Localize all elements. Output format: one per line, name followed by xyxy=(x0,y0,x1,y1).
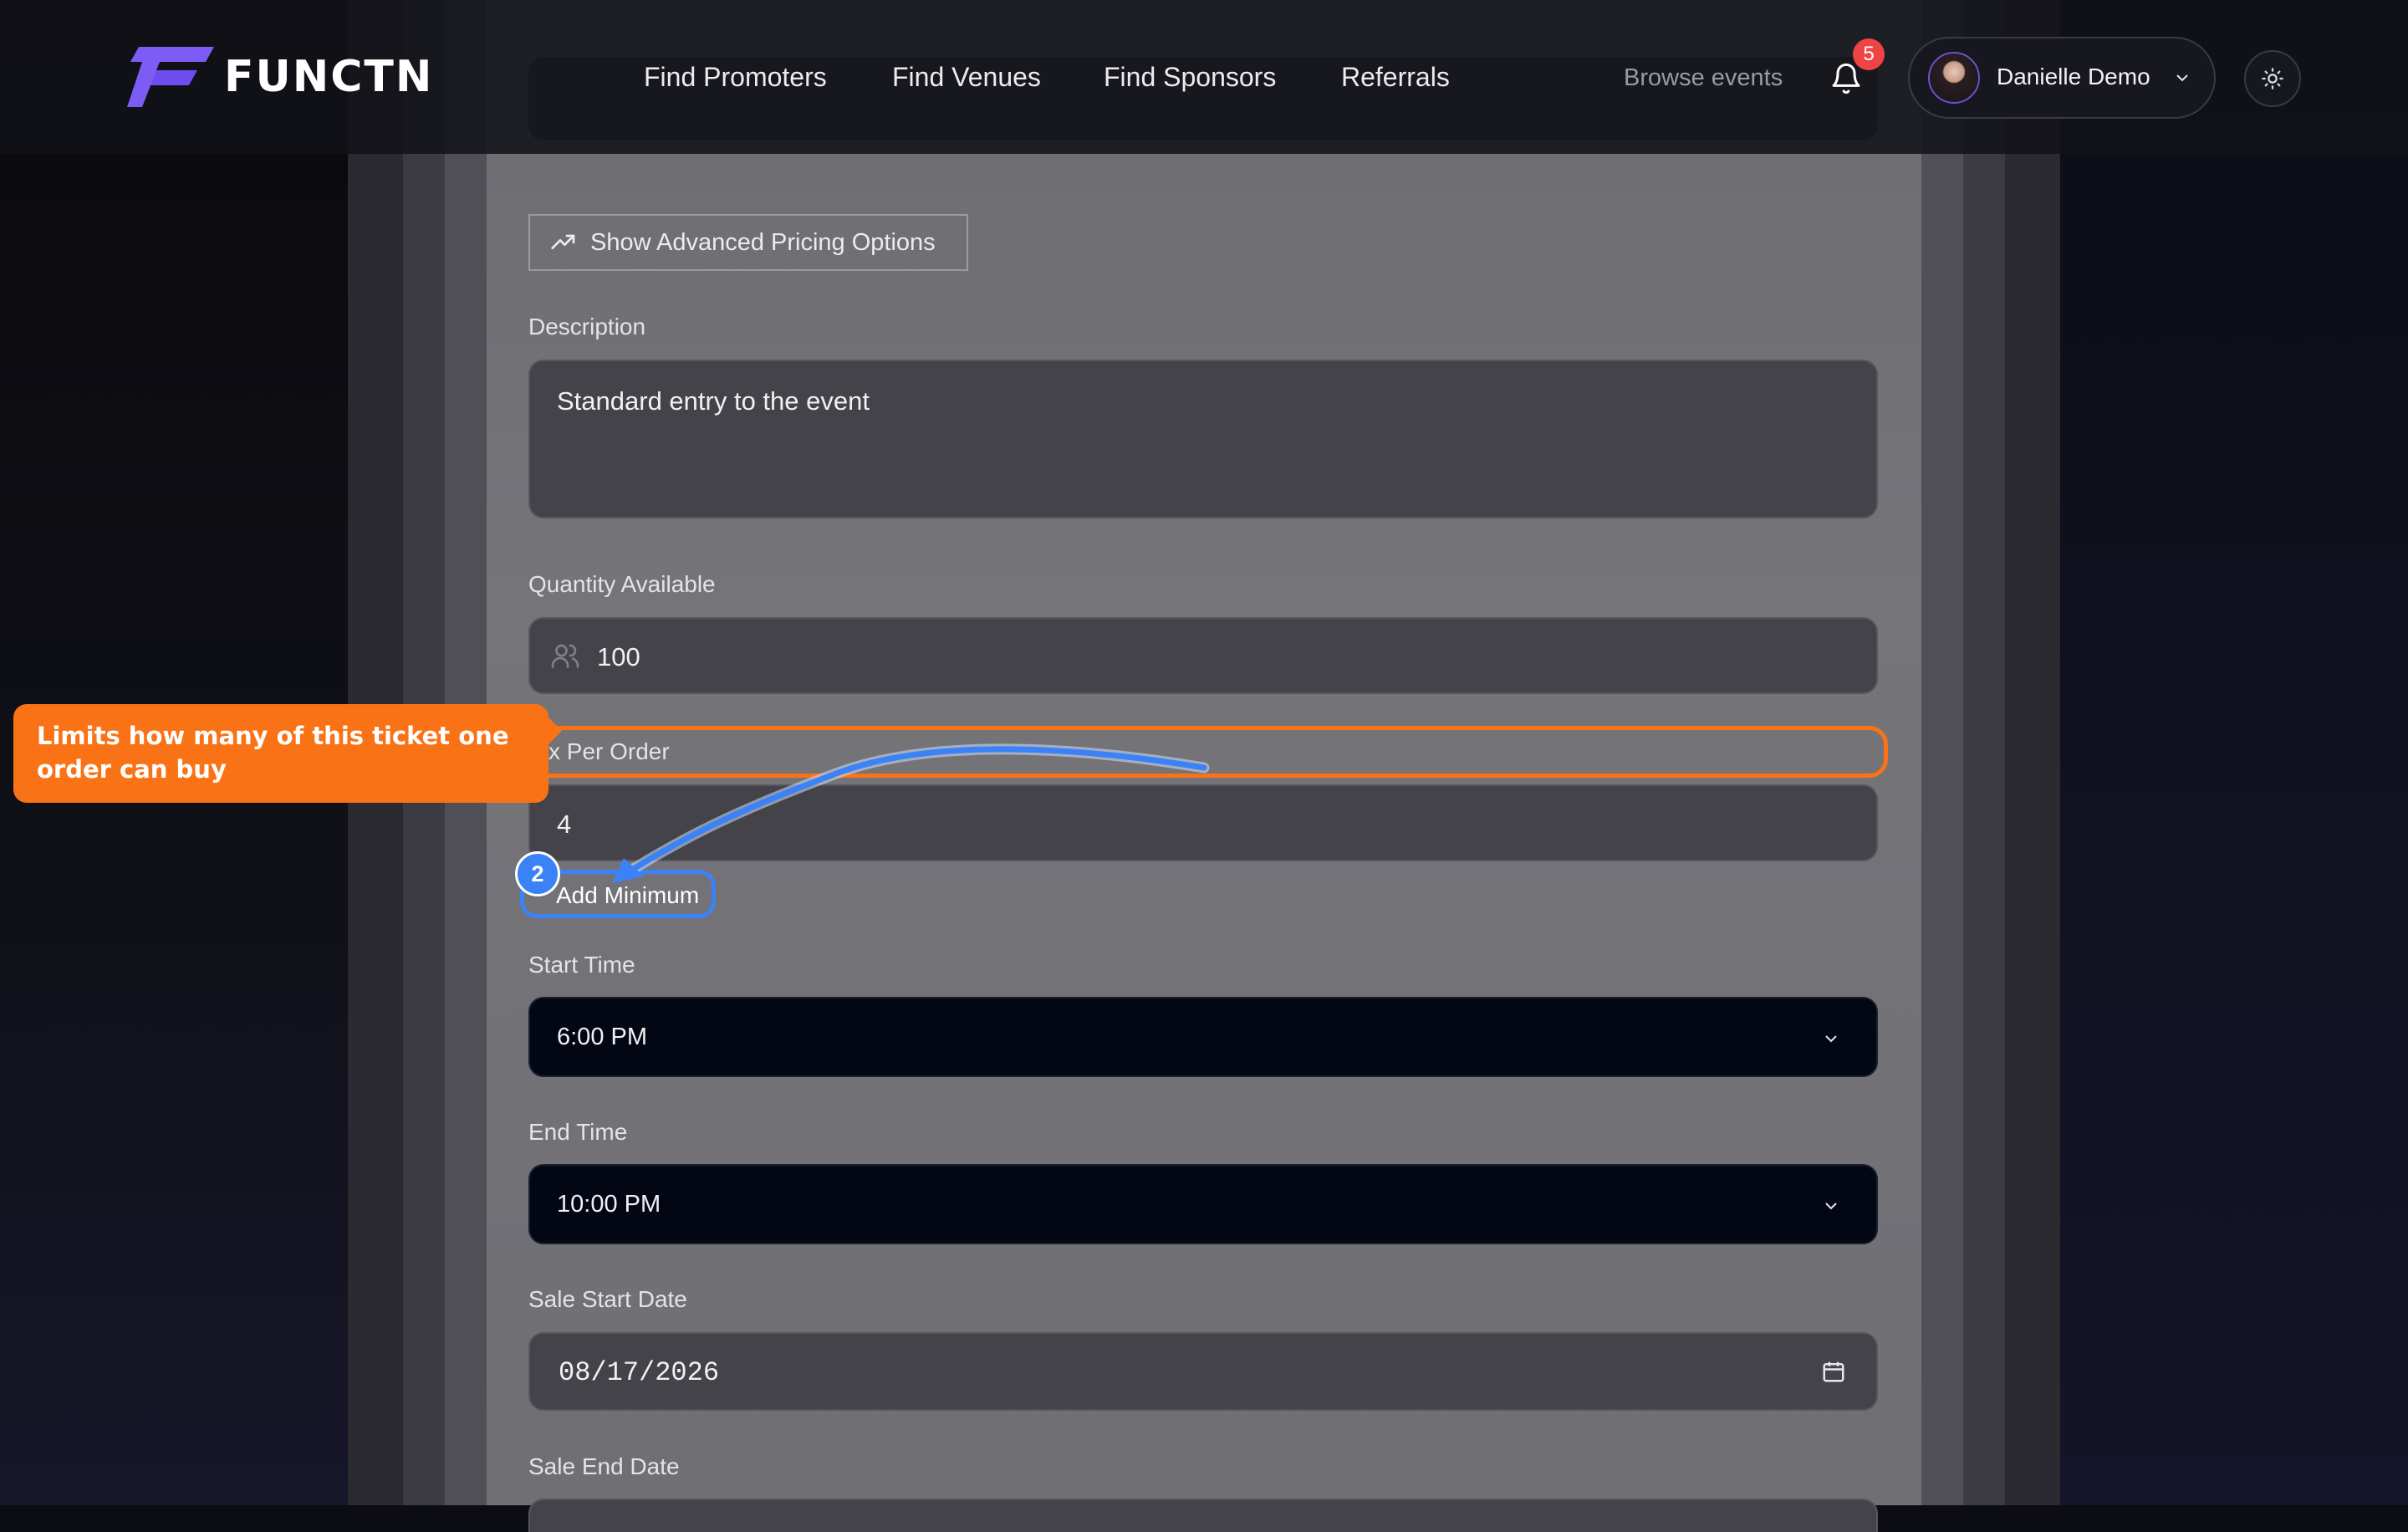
max-per-order-highlight xyxy=(523,726,1888,778)
functn-logo-icon xyxy=(127,47,214,107)
show-advanced-pricing-button[interactable]: Show Advanced Pricing Options xyxy=(528,214,968,271)
end-time-label: End Time xyxy=(528,1119,628,1145)
max-per-order-label: x Per Order xyxy=(548,738,670,764)
sale-start-label: Sale Start Date xyxy=(528,1286,687,1312)
avatar xyxy=(1928,52,1980,104)
add-minimum-label: Add Minimum xyxy=(556,882,700,908)
brand-logo[interactable]: FUNCTN xyxy=(127,45,470,109)
top-navbar: FUNCTN Find Promoters Find Venues Find S… xyxy=(0,0,2408,154)
user-menu-button[interactable]: Danielle Demo xyxy=(1908,37,2216,119)
chevron-down-icon xyxy=(1825,1203,1837,1210)
tooltip-pointer xyxy=(547,716,562,746)
sale-start-value: 08/17/2026 xyxy=(559,1357,720,1388)
chevron-down-icon xyxy=(1825,1035,1837,1043)
nav-referrals[interactable]: Referrals xyxy=(1341,62,1450,93)
start-time-label: Start Time xyxy=(528,952,635,978)
start-time-value: 6:00 PM xyxy=(557,1024,647,1050)
tooltip-text: Limits how many of this ticket one order… xyxy=(37,722,509,784)
nav-find-promoters[interactable]: Find Promoters xyxy=(644,62,827,93)
sun-icon xyxy=(2262,68,2283,89)
sale-end-label: Sale End Date xyxy=(528,1453,680,1479)
sale-start-date-input[interactable]: 08/17/2026 xyxy=(528,1332,1878,1411)
nav-find-venues[interactable]: Find Venues xyxy=(892,62,1041,93)
max-per-order-input[interactable]: 4 xyxy=(528,784,1878,861)
brand-name: FUNCTN xyxy=(224,52,434,102)
description-label: Description xyxy=(528,314,646,340)
background-right xyxy=(2057,0,2408,1505)
sale-end-date-input[interactable] xyxy=(528,1499,1878,1532)
end-time-select[interactable]: 10:00 PM xyxy=(528,1164,1878,1244)
end-time-value: 10:00 PM xyxy=(557,1191,661,1218)
browse-events-link[interactable]: Browse events xyxy=(1624,64,1783,92)
users-icon xyxy=(551,644,579,668)
notification-badge: 5 xyxy=(1853,38,1885,70)
user-name: Danielle Demo xyxy=(1997,64,2150,89)
tutorial-tooltip: Limits how many of this ticket one order… xyxy=(13,704,548,803)
notification-count: 5 xyxy=(1863,43,1875,65)
max-per-order-value: 4 xyxy=(557,809,572,839)
description-value: Standard entry to the event xyxy=(557,386,870,416)
step-badge: 2 xyxy=(515,851,560,896)
quantity-value: 100 xyxy=(597,642,640,672)
chevron-down-icon xyxy=(2176,74,2188,82)
calendar-icon[interactable] xyxy=(1821,1359,1846,1384)
quantity-label: Quantity Available xyxy=(528,571,716,597)
nav-find-sponsors[interactable]: Find Sponsors xyxy=(1104,62,1276,93)
start-time-select[interactable]: 6:00 PM xyxy=(528,997,1878,1077)
advanced-pricing-label: Show Advanced Pricing Options xyxy=(590,229,936,256)
step-number: 2 xyxy=(531,861,544,886)
theme-toggle-button[interactable] xyxy=(2244,50,2301,107)
trending-up-icon xyxy=(551,234,575,249)
quantity-input[interactable]: 100 xyxy=(528,617,1878,694)
description-textarea[interactable]: Standard entry to the event xyxy=(528,360,1878,518)
